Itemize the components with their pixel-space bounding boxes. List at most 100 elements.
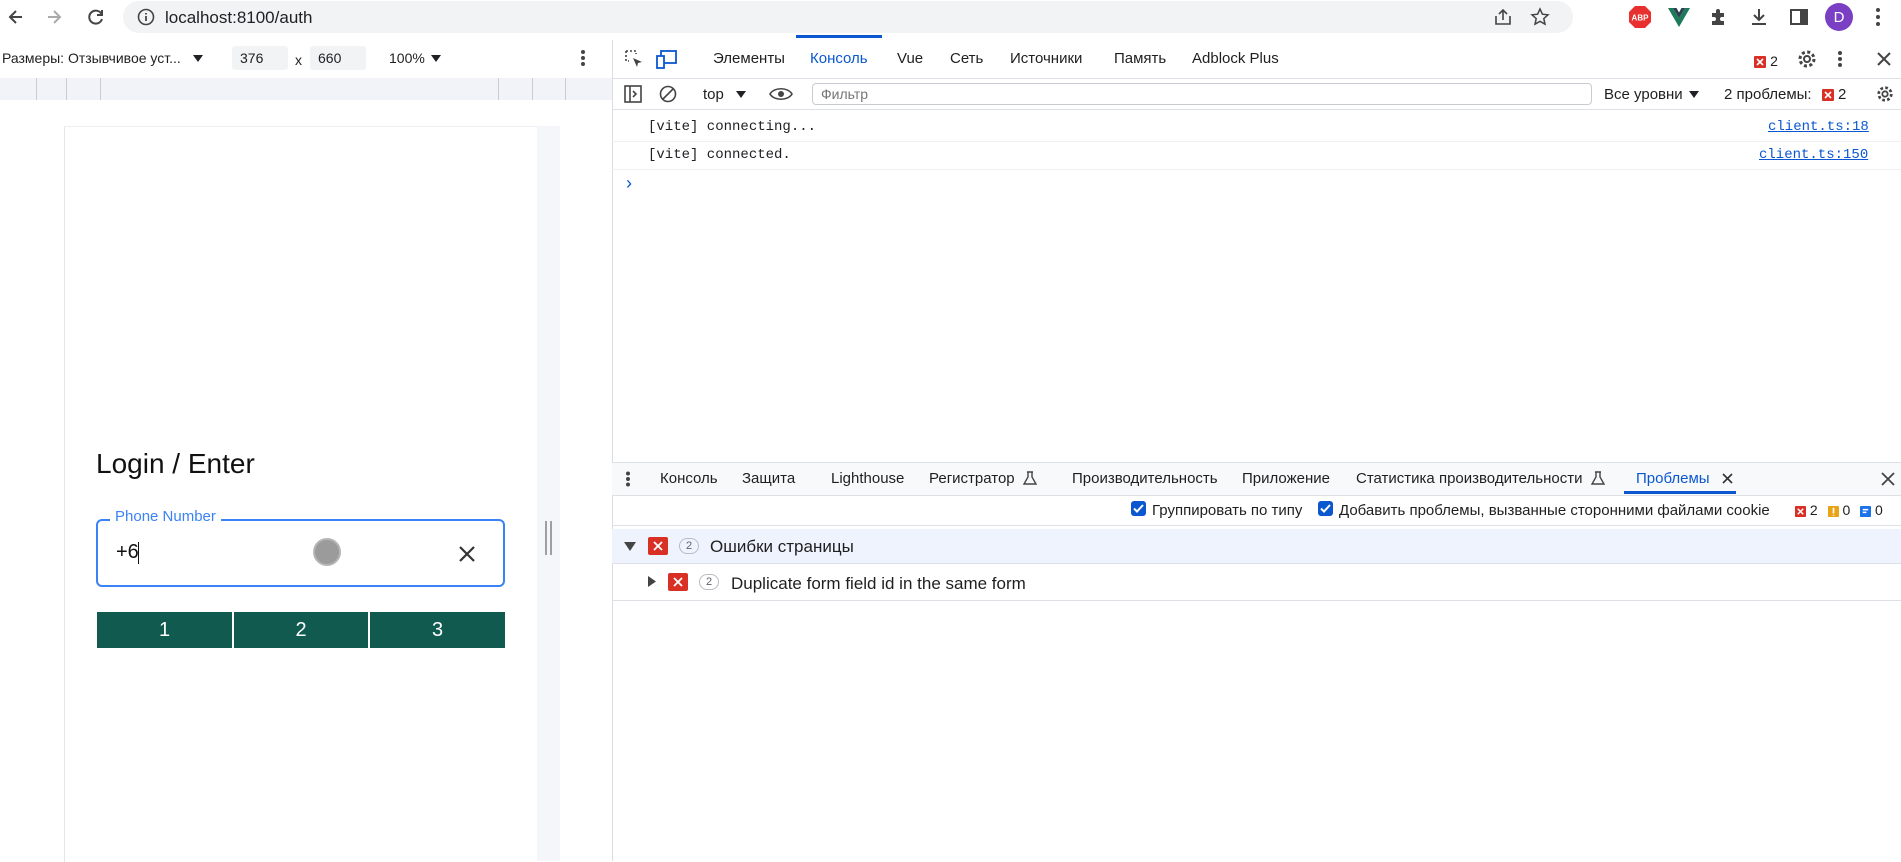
extensions-button[interactable] <box>1706 4 1732 30</box>
keypad-key-1[interactable]: 1 <box>97 612 232 648</box>
tab-network[interactable]: Сеть <box>950 50 983 67</box>
devtools-menu-button[interactable] <box>1837 50 1843 68</box>
keypad-key-3[interactable]: 3 <box>370 612 505 648</box>
drawer-tab-performance-insights[interactable]: Статистика производительности <box>1356 470 1605 487</box>
drawer-tab-performance[interactable]: Производительность <box>1072 470 1218 487</box>
warning-issue-count: 0 <box>1842 502 1851 518</box>
group-by-type-label[interactable]: Группировать по типу <box>1152 502 1302 519</box>
dropdown-arrow-icon <box>736 91 747 99</box>
close-icon <box>1877 52 1891 66</box>
device-toolbar: Размеры: Отзывчивое уст... x 100% <box>0 40 612 79</box>
console-settings-button[interactable] <box>1876 85 1894 103</box>
close-drawer-button[interactable] <box>1881 472 1895 486</box>
console-message: [vite] connected. client.ts:150 <box>612 141 1901 170</box>
issue-type-counts: 2 0 0 <box>1795 502 1883 518</box>
device-select-label: Размеры: Отзывчивое уст... <box>2 50 181 66</box>
share-button[interactable] <box>1491 5 1515 29</box>
issue-group-header[interactable]: 2 Ошибки страницы <box>612 529 1901 564</box>
address-bar[interactable]: localhost:8100/auth <box>123 1 1573 33</box>
console-source-link[interactable]: client.ts:18 <box>1768 119 1869 135</box>
device-select[interactable]: Размеры: Отзывчивое уст... <box>2 50 203 66</box>
group-by-type-checkbox[interactable] <box>1131 501 1146 516</box>
drawer-tab-lighthouse[interactable]: Lighthouse <box>831 470 904 487</box>
device-frame-edge <box>536 126 560 861</box>
drawer-tab-security[interactable]: Защита <box>742 470 795 487</box>
console-source-link[interactable]: client.ts:150 <box>1759 147 1868 163</box>
devtools-tabbar: Элементы Консоль Vue Сеть Источники Памя… <box>612 40 1901 79</box>
back-arrow-icon <box>8 10 22 24</box>
tab-console[interactable]: Консоль <box>810 50 868 67</box>
profile-avatar[interactable]: D <box>1825 3 1853 31</box>
expand-triangle-icon <box>648 576 656 587</box>
error-category-icon <box>648 537 668 555</box>
console-filter-input[interactable] <box>812 83 1592 105</box>
tab-adblock-plus[interactable]: Adblock Plus <box>1192 50 1279 67</box>
inspect-icon <box>625 50 642 67</box>
browser-toolbar: localhost:8100/auth ABP D <box>0 0 1901 34</box>
log-levels-select[interactable]: Все уровни <box>1604 86 1699 103</box>
device-toolbar-toggle[interactable] <box>656 49 678 69</box>
context-select[interactable]: top <box>703 86 747 103</box>
phone-number-field[interactable] <box>96 519 505 587</box>
drawer-tab-application[interactable]: Приложение <box>1242 470 1330 487</box>
tab-elements[interactable]: Элементы <box>713 50 785 67</box>
adblock-extension-button[interactable]: ABP <box>1627 4 1653 30</box>
url-text[interactable]: localhost:8100/auth <box>165 8 312 28</box>
collapse-triangle-icon <box>624 542 636 551</box>
phone-number-input[interactable]: +6 <box>116 541 139 564</box>
browser-menu-button[interactable] <box>1865 4 1891 30</box>
site-info-icon[interactable] <box>137 8 155 26</box>
downloads-button[interactable] <box>1746 4 1772 30</box>
device-more-button[interactable] <box>580 49 586 67</box>
issue-row[interactable]: 2 Duplicate form field id in the same fo… <box>612 564 1901 601</box>
drawer-menu-button[interactable] <box>625 471 631 487</box>
dimension-separator: x <box>295 52 302 68</box>
bookmark-button[interactable] <box>1528 5 1552 29</box>
media-query-ruler[interactable] <box>0 78 612 101</box>
drawer-tab-issues[interactable]: Проблемы <box>1636 470 1733 487</box>
issues-counter[interactable]: 2 проблемы: 2 <box>1724 86 1846 103</box>
live-expression-button[interactable] <box>769 85 793 103</box>
clear-console-button[interactable] <box>659 85 677 103</box>
error-issue-count: 2 <box>1809 502 1818 518</box>
error-issue-icon <box>668 573 688 591</box>
close-devtools-button[interactable] <box>1876 51 1892 67</box>
zoom-label: 100% <box>389 50 425 66</box>
inspect-element-button[interactable] <box>624 49 644 69</box>
issue-title: Duplicate form field id in the same form <box>731 574 1026 593</box>
drawer-tab-console[interactable]: Консоль <box>660 470 718 487</box>
reload-button[interactable] <box>82 3 110 31</box>
side-panel-icon <box>1790 9 1808 25</box>
drawer-tab-recorder[interactable]: Регистратор <box>929 470 1037 487</box>
clear-input-button[interactable] <box>454 541 480 567</box>
third-party-cookies-label[interactable]: Добавить проблемы, вызванные сторонними … <box>1339 502 1770 519</box>
touch-cursor-indicator <box>313 538 341 566</box>
keypad-key-2[interactable]: 2 <box>234 612 368 648</box>
active-tab-indicator <box>796 35 882 38</box>
error-counter[interactable]: 2 <box>1754 53 1778 70</box>
issues-label: 2 проблемы: <box>1724 86 1812 103</box>
vue-devtools-extension-button[interactable] <box>1666 4 1692 30</box>
devtools-settings-button[interactable] <box>1797 49 1817 69</box>
tab-memory[interactable]: Память <box>1114 50 1166 67</box>
tab-vue[interactable]: Vue <box>897 50 923 67</box>
close-tab-icon[interactable] <box>1722 473 1733 484</box>
width-input[interactable] <box>232 46 288 70</box>
experiment-flask-icon <box>1590 471 1605 485</box>
height-input[interactable] <box>310 46 366 70</box>
console-prompt[interactable]: › <box>626 173 632 194</box>
tab-sources[interactable]: Источники <box>1010 50 1082 67</box>
eye-icon <box>769 87 793 101</box>
error-flag-icon <box>1795 505 1806 517</box>
forward-button[interactable] <box>40 3 68 31</box>
close-icon <box>1881 472 1895 486</box>
third-party-cookies-checkbox[interactable] <box>1318 501 1333 516</box>
show-sidebar-button[interactable] <box>624 85 642 103</box>
zoom-select[interactable]: 100% <box>389 50 441 66</box>
side-panel-button[interactable] <box>1786 4 1812 30</box>
console-message-text: [vite] connecting... <box>648 119 817 135</box>
drawer-tab-performance-insights-label: Статистика производительности <box>1356 470 1583 487</box>
viewport-resize-handle[interactable] <box>545 521 553 555</box>
back-button[interactable] <box>2 3 30 31</box>
dropdown-arrow-icon <box>1688 91 1699 99</box>
